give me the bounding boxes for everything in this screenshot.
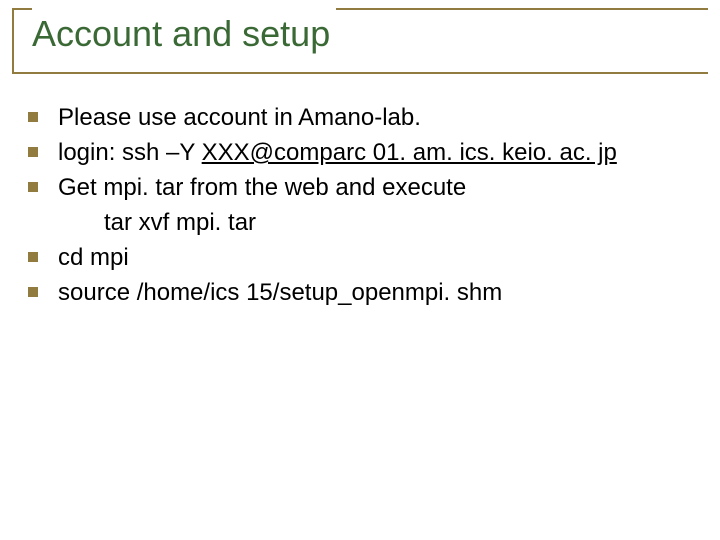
bullet-icon <box>28 112 38 122</box>
slide-title: Account and setup <box>32 4 330 58</box>
list-item-text: login: ssh –Y XXX@comparc 01. am. ics. k… <box>58 135 712 170</box>
list-item-text: source /home/ics 15/setup_openmpi. shm <box>58 275 712 310</box>
title-rule-left <box>12 8 14 74</box>
bullet-icon <box>28 182 38 192</box>
content-body: Please use account in Amano-lab. login: … <box>28 100 712 310</box>
ssh-target-link[interactable]: XXX@comparc 01. am. ics. keio. ac. jp <box>202 139 617 166</box>
login-prefix: login: ssh –Y <box>58 139 202 166</box>
bullet-icon <box>28 287 38 297</box>
list-item: source /home/ics 15/setup_openmpi. shm <box>28 275 712 310</box>
title-rule-bottom <box>12 72 708 74</box>
list-item-text: Please use account in Amano-lab. <box>58 100 712 135</box>
list-item: Please use account in Amano-lab. <box>28 100 712 135</box>
list-item-text: Get mpi. tar from the web and execute <box>58 170 712 205</box>
list-item-subtext: tar xvf mpi. tar <box>104 205 712 240</box>
list-item-text: cd mpi <box>58 240 712 275</box>
list-item: Get mpi. tar from the web and execute <box>28 170 712 205</box>
slide: Account and setup Please use account in … <box>0 0 720 540</box>
bullet-icon <box>28 252 38 262</box>
list-item: login: ssh –Y XXX@comparc 01. am. ics. k… <box>28 135 712 170</box>
bullet-icon <box>28 147 38 157</box>
list-item: cd mpi <box>28 240 712 275</box>
list-item-subline: tar xvf mpi. tar <box>28 205 712 240</box>
title-mask: Account and setup <box>32 4 336 58</box>
title-container: Account and setup <box>12 8 708 68</box>
